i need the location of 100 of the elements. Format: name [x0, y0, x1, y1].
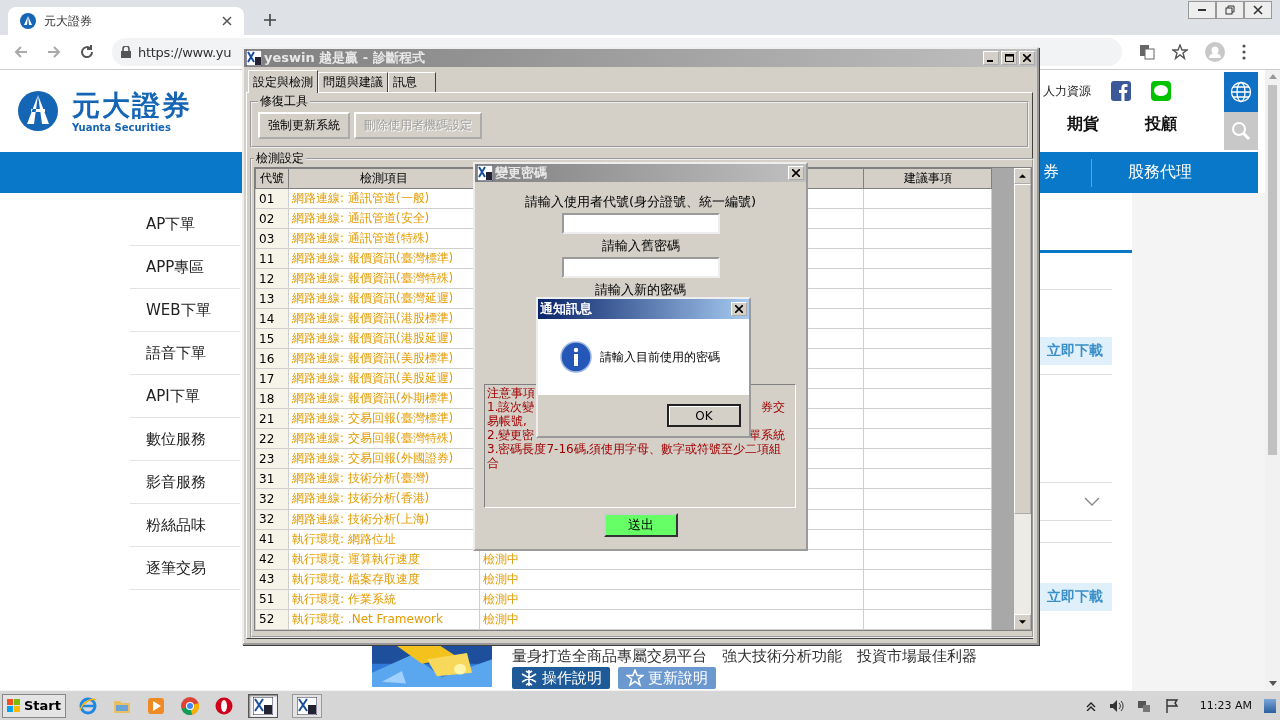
header-link[interactable]: 人力資源 [1043, 82, 1091, 100]
browser-icon[interactable] [78, 695, 98, 716]
table-cell: 網路連線: 報價資訊(臺灣特殊) [292, 271, 454, 286]
table-cell: 網路連線: 通訊管道(特殊) [292, 231, 430, 246]
guide-button[interactable]: 操作說明 [512, 667, 610, 689]
table-cell: 網路連線: 技術分析(上海) [292, 511, 430, 526]
taskbar-app-button[interactable] [248, 693, 278, 718]
table-cell: 01 [259, 191, 275, 206]
logo-subtitle[interactable]: Yuanta Securities [72, 121, 192, 133]
table-cell: 12 [259, 271, 275, 286]
tab-title: 元大證券 [44, 12, 93, 30]
app-icon [297, 696, 317, 715]
group-title: 檢測設定 [255, 150, 305, 167]
sidebar-item[interactable]: API下單 [130, 375, 240, 418]
nav-link[interactable]: 期貨 [1067, 114, 1099, 135]
chevron-icon[interactable] [1084, 497, 1100, 506]
column-header[interactable]: 建議事項 [863, 168, 992, 189]
close-icon[interactable] [222, 16, 232, 26]
sidebar-item[interactable]: 粉絲品味 [130, 504, 240, 547]
close-icon [735, 305, 743, 313]
table-cell: 18 [259, 391, 275, 406]
logo-text[interactable]: 元大證券 [72, 89, 192, 122]
app-icon [477, 165, 493, 181]
sidebar-item[interactable]: 語音下單 [130, 332, 240, 375]
sidebar-item[interactable]: APP專區 [130, 246, 240, 289]
chrome-icon[interactable] [180, 695, 200, 716]
nav-link[interactable]: 投顧 [1145, 114, 1177, 135]
note-text: 2.變更密 [487, 428, 535, 442]
browser-tab[interactable]: 元大證券 [8, 7, 244, 35]
facebook-icon[interactable] [1111, 81, 1131, 101]
sidebar-item[interactable]: 影音服務 [130, 461, 240, 504]
menu-icon[interactable] [1242, 44, 1246, 60]
opera-icon[interactable] [214, 695, 234, 716]
tab[interactable]: 問題與建議 [318, 72, 388, 92]
field-label: 請輸入使用者代號(身分證號、統一編號) [524, 193, 757, 211]
table-cell: 22 [259, 431, 275, 446]
language-button[interactable] [1224, 72, 1258, 112]
note-text: 注意事項 [487, 386, 535, 400]
table-cell: 網路連線: 交易回報(臺灣標準) [292, 411, 454, 426]
caret-up-icon [1019, 174, 1026, 178]
tab[interactable]: 訊息 [388, 72, 436, 92]
table-cell: 檢測中 [483, 571, 519, 586]
nav-link[interactable]: 股務代理 [1128, 162, 1192, 183]
table-cell: 21 [259, 411, 275, 426]
close-icon [1253, 5, 1263, 15]
logo-icon [20, 13, 36, 29]
table-cell: 網路連線: 報價資訊(臺灣延遲) [292, 291, 454, 306]
table-cell: 13 [259, 291, 275, 306]
sidebar-item[interactable]: WEB下單 [130, 289, 240, 332]
ok-button[interactable]: OK [667, 404, 741, 427]
input-field[interactable] [561, 257, 720, 278]
sidebar-item[interactable]: AP下單 [130, 203, 240, 246]
snowflake-icon [520, 669, 538, 687]
table-cell: 31 [259, 471, 275, 486]
minimize-button[interactable] [1188, 1, 1216, 19]
nav-link[interactable]: 券 [1043, 162, 1059, 183]
table-cell: 網路連線: 通訊管道(安全) [292, 211, 430, 226]
flag-icon[interactable] [1163, 697, 1180, 714]
translate-icon[interactable] [1139, 44, 1155, 60]
taskbar-app-button[interactable] [292, 693, 322, 718]
show-desktop-button[interactable] [1264, 698, 1276, 713]
logo-icon[interactable] [18, 91, 58, 131]
table-cell: 檢測中 [483, 611, 519, 626]
app-icon [246, 50, 262, 66]
plus-icon[interactable] [264, 14, 276, 26]
star-icon[interactable] [1172, 44, 1188, 60]
scroll-down-icon[interactable] [1268, 681, 1277, 686]
column-header[interactable]: 代號 [255, 168, 289, 189]
reload-icon[interactable] [79, 44, 95, 60]
scroll-up-button[interactable] [1014, 168, 1031, 184]
tab[interactable]: 設定與檢測 [248, 70, 318, 93]
scrollbar[interactable] [1014, 168, 1031, 630]
table-cell: 網路連線: 交易回報(臺灣特殊) [292, 431, 454, 446]
table-cell: 17 [259, 371, 275, 386]
table-cell: 03 [259, 231, 275, 246]
table-cell: 網路連線: 報價資訊(美股標準) [292, 351, 454, 366]
note-text: 3.密碼長度7-16碼,須使用字母、數字或符號至少二項組 [487, 442, 782, 456]
clock[interactable]: 11:23 AM [1199, 699, 1252, 712]
table-cell: 網路連線: 通訊管道(一般) [292, 191, 430, 205]
close-icon [792, 169, 800, 177]
submit-button[interactable]: 送出 [603, 513, 678, 537]
action-button[interactable]: 強制更新系統 [258, 112, 350, 139]
start-button[interactable]: Start [2, 693, 66, 718]
sidebar-item[interactable]: 數位服務 [130, 418, 240, 461]
table-cell: 網路連線: 交易回報(外國證券) [292, 451, 454, 466]
scroll-down-button[interactable] [1014, 614, 1031, 630]
table-cell: 執行環境: 檔案存取速度 [292, 571, 420, 586]
table-cell: 11 [259, 251, 275, 266]
chevron-up-icon[interactable] [1085, 700, 1096, 711]
product-tagline: 量身打造全商品專屬交易平台 強大技術分析功能 投資市場最佳利器 [512, 647, 977, 665]
input-field[interactable] [561, 213, 720, 234]
close-button[interactable] [1244, 1, 1272, 19]
lock-icon [121, 46, 131, 58]
globe-icon [1230, 81, 1252, 103]
note-text: 易帳號, [487, 414, 527, 428]
sidebar-item[interactable]: 逐筆交易 [130, 547, 240, 590]
scrollbar[interactable] [1265, 70, 1280, 690]
table-cell: 02 [259, 211, 275, 226]
maximize-icon [1004, 54, 1014, 62]
restore-button[interactable] [1216, 1, 1244, 19]
